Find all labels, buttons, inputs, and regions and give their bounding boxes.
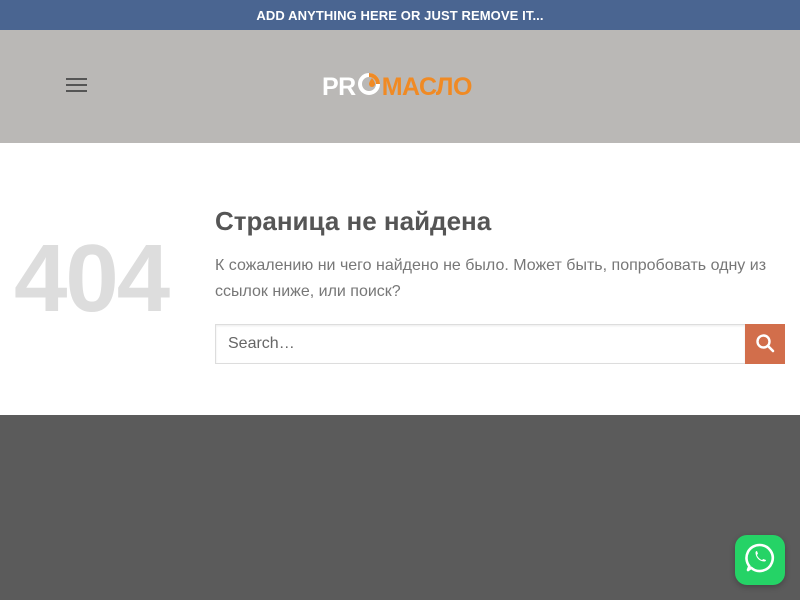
drop-ring-logo-icon xyxy=(357,72,381,103)
whatsapp-icon xyxy=(743,541,777,580)
site-header: PR МАСЛО xyxy=(0,30,800,143)
logo-maslo-text: МАСЛО xyxy=(381,72,473,101)
error-description: К сожалению ни чего найдено не было. Мож… xyxy=(215,257,767,300)
whatsapp-chat-button[interactable] xyxy=(735,535,785,585)
page-title: Страница не найдена xyxy=(215,206,492,236)
error-code: 404 xyxy=(14,225,170,332)
search-button[interactable] xyxy=(745,324,785,364)
search-form xyxy=(215,324,785,364)
search-input[interactable] xyxy=(215,324,745,364)
search-icon xyxy=(755,333,775,356)
site-logo[interactable]: PR МАСЛО xyxy=(322,72,472,102)
not-found-section: 404 Страница не найдена К сожалению ни ч… xyxy=(0,143,800,415)
hamburger-menu-icon[interactable] xyxy=(66,77,88,93)
site-footer xyxy=(0,415,800,600)
logo-pro-text: PR xyxy=(322,72,356,101)
announcement-text: ADD ANYTHING HERE OR JUST REMOVE IT... xyxy=(256,7,544,23)
top-announcement-bar: ADD ANYTHING HERE OR JUST REMOVE IT... xyxy=(0,0,800,30)
